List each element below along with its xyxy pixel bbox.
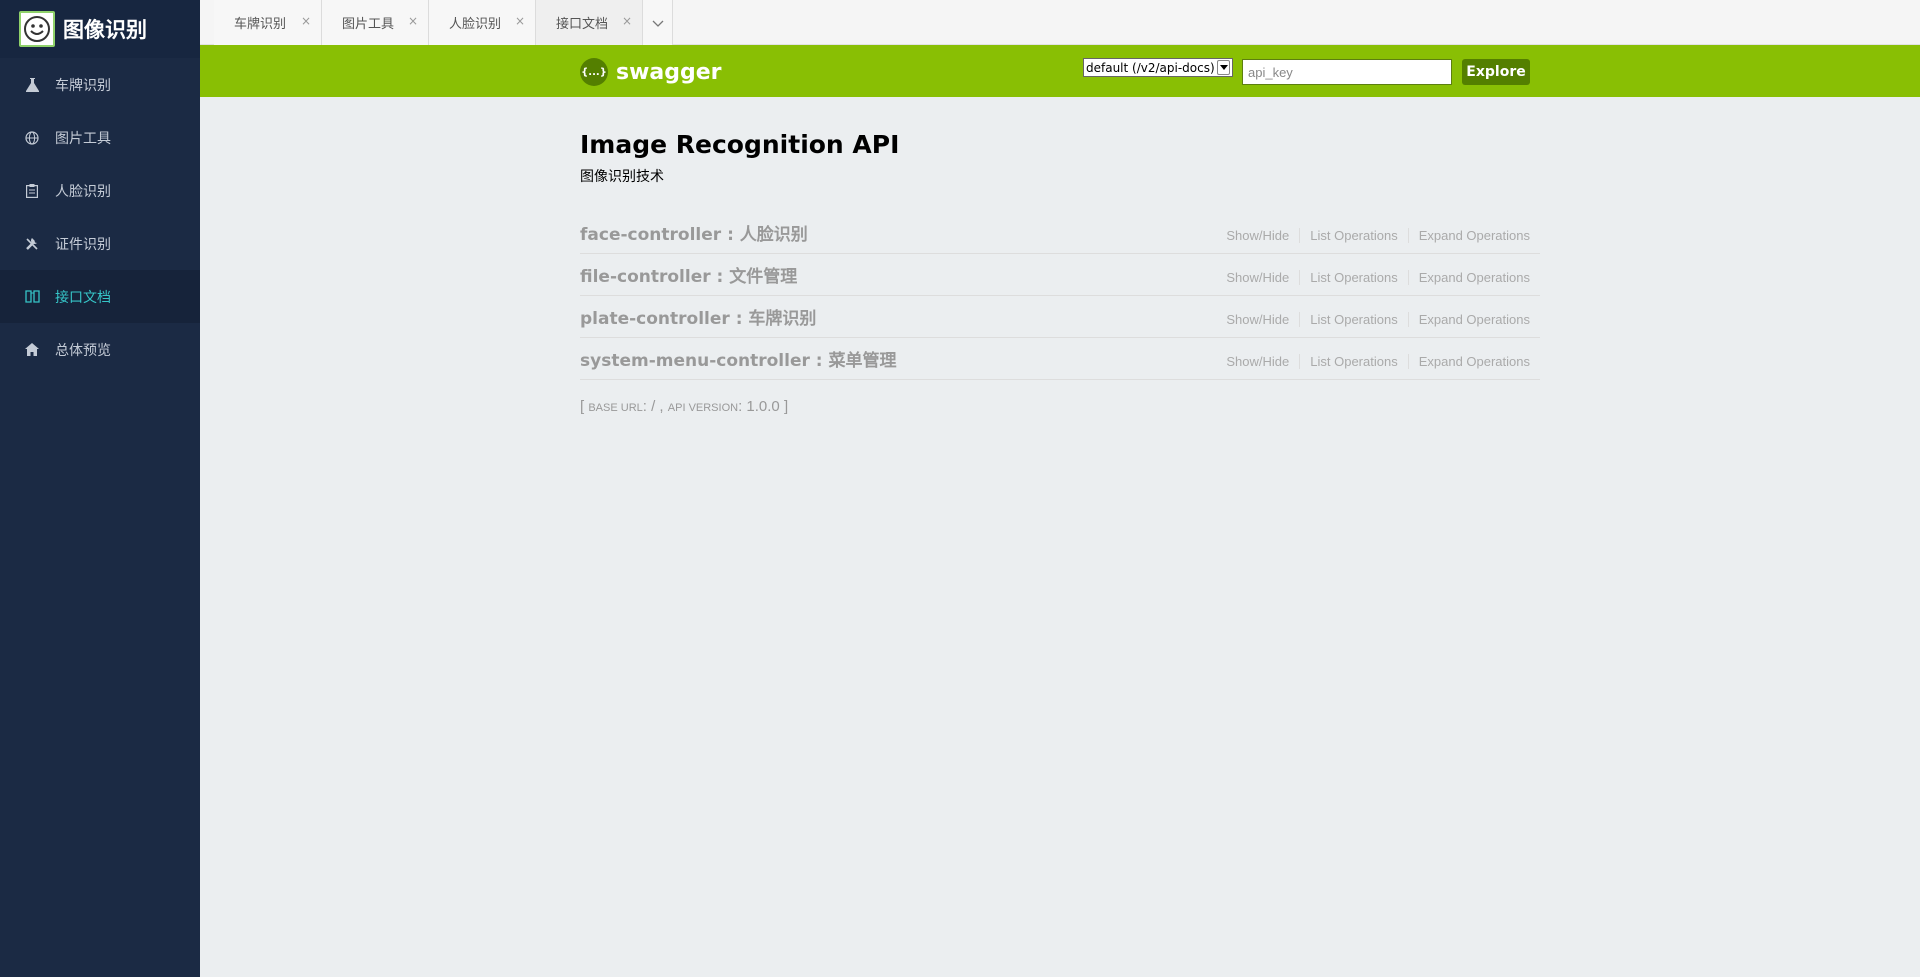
tab-plate[interactable]: 车牌识别 × <box>214 0 322 45</box>
swagger-logo-text: swagger <box>616 59 722 85</box>
resource-name[interactable]: file-controller : 文件管理 <box>580 262 797 287</box>
sidebar-item-label: 总体预览 <box>55 342 111 359</box>
chevron-down-icon <box>1217 60 1230 75</box>
tab-label: 接口文档 <box>556 17 609 32</box>
resource-name[interactable]: face-controller : 人脸识别 <box>580 220 808 245</box>
list-operations-link[interactable]: List Operations <box>1299 228 1407 243</box>
spec-select[interactable]: default (/v2/api-docs) <box>1083 58 1233 77</box>
resource-face-controller: face-controller : 人脸识别 Show/Hide List Op… <box>580 212 1540 254</box>
resource-name[interactable]: system-menu-controller : 菜单管理 <box>580 346 897 371</box>
api-info: Image Recognition API 图像识别技术 face-contro… <box>580 130 1540 415</box>
swagger-header: {...} swagger default (/v2/api-docs) Exp… <box>200 45 1920 97</box>
resource-plate-controller: plate-controller : 车牌识别 Show/Hide List O… <box>580 296 1540 338</box>
smiley-logo-icon <box>19 11 55 47</box>
tab-api-docs[interactable]: 接口文档 × <box>536 0 643 45</box>
sidebar-item-api-docs[interactable]: 接口文档 <box>0 270 200 323</box>
expand-operations-link[interactable]: Expand Operations <box>1407 228 1530 243</box>
api-version-value: : 1.0.0 ] <box>738 398 789 415</box>
sidebar-item-face[interactable]: 人脸识别 <box>0 164 200 217</box>
tab-face[interactable]: 人脸识别 × <box>429 0 536 45</box>
home-icon <box>24 342 40 358</box>
resource-file-controller: file-controller : 文件管理 Show/Hide List Op… <box>580 254 1540 296</box>
api-key-input[interactable] <box>1242 59 1452 85</box>
close-icon[interactable]: × <box>515 14 525 28</box>
sidebar: 图像识别 车牌识别 图片工具 人脸识别 证件识别 接口文档 总体预览 <box>0 0 200 977</box>
sidebar-item-label: 图片工具 <box>55 130 111 147</box>
show-hide-link[interactable]: Show/Hide <box>1216 270 1299 285</box>
list-operations-link[interactable]: List Operations <box>1299 270 1407 285</box>
list-operations-link[interactable]: List Operations <box>1299 354 1407 369</box>
sidebar-item-overview[interactable]: 总体预览 <box>0 323 200 376</box>
close-icon[interactable]: × <box>301 14 311 28</box>
base-url-value: : / , <box>642 398 668 415</box>
api-footer: [ base url: / , api version: 1.0.0 ] <box>580 398 1540 415</box>
sidebar-item-label: 人脸识别 <box>55 183 111 200</box>
globe-icon <box>24 130 40 146</box>
app-title: 图像识别 <box>63 18 147 42</box>
explore-button[interactable]: Explore <box>1462 59 1530 85</box>
sidebar-item-id-card[interactable]: 证件识别 <box>0 217 200 270</box>
swagger-logo[interactable]: {...} swagger <box>580 58 722 86</box>
tab-bar: 车牌识别 × 图片工具 × 人脸识别 × 接口文档 × <box>200 0 1920 45</box>
tab-image-tools[interactable]: 图片工具 × <box>322 0 429 45</box>
resource-name[interactable]: plate-controller : 车牌识别 <box>580 304 816 329</box>
sidebar-item-label: 车牌识别 <box>55 77 111 94</box>
api-description: 图像识别技术 <box>580 169 664 185</box>
resource-list: face-controller : 人脸识别 Show/Hide List Op… <box>580 212 1540 380</box>
resource-options: Show/Hide List Operations Expand Operati… <box>1216 270 1530 285</box>
sidebar-item-image-tools[interactable]: 图片工具 <box>0 111 200 164</box>
swagger-logo-icon: {...} <box>580 58 608 86</box>
sidebar-item-plate[interactable]: 车牌识别 <box>0 58 200 111</box>
app-logo[interactable]: 图像识别 <box>0 0 200 58</box>
expand-operations-link[interactable]: Expand Operations <box>1407 270 1530 285</box>
spec-select-value: default (/v2/api-docs) <box>1086 60 1215 75</box>
resource-options: Show/Hide List Operations Expand Operati… <box>1216 354 1530 369</box>
show-hide-link[interactable]: Show/Hide <box>1216 312 1299 327</box>
tab-label: 图片工具 <box>342 17 395 32</box>
clipboard-icon <box>24 183 40 199</box>
flask-icon <box>24 77 40 93</box>
show-hide-link[interactable]: Show/Hide <box>1216 228 1299 243</box>
chevron-down-icon <box>652 13 664 32</box>
base-url-label: base url <box>588 402 643 414</box>
resource-system-menu-controller: system-menu-controller : 菜单管理 Show/Hide … <box>580 338 1540 380</box>
resource-options: Show/Hide List Operations Expand Operati… <box>1216 228 1530 243</box>
resource-options: Show/Hide List Operations Expand Operati… <box>1216 312 1530 327</box>
api-version-label: api version <box>667 402 739 414</box>
close-icon[interactable]: × <box>622 14 632 28</box>
api-title: Image Recognition API <box>580 130 900 159</box>
book-icon <box>24 289 40 305</box>
list-operations-link[interactable]: List Operations <box>1299 312 1407 327</box>
tools-icon <box>24 236 40 252</box>
tab-label: 车牌识别 <box>234 17 287 32</box>
sidebar-item-label: 证件识别 <box>55 236 111 253</box>
expand-operations-link[interactable]: Expand Operations <box>1407 354 1530 369</box>
tab-label: 人脸识别 <box>449 17 502 32</box>
tabs-dropdown-button[interactable] <box>643 0 673 45</box>
sidebar-item-label: 接口文档 <box>55 289 111 306</box>
show-hide-link[interactable]: Show/Hide <box>1216 354 1299 369</box>
expand-operations-link[interactable]: Expand Operations <box>1407 312 1530 327</box>
close-icon[interactable]: × <box>408 14 418 28</box>
